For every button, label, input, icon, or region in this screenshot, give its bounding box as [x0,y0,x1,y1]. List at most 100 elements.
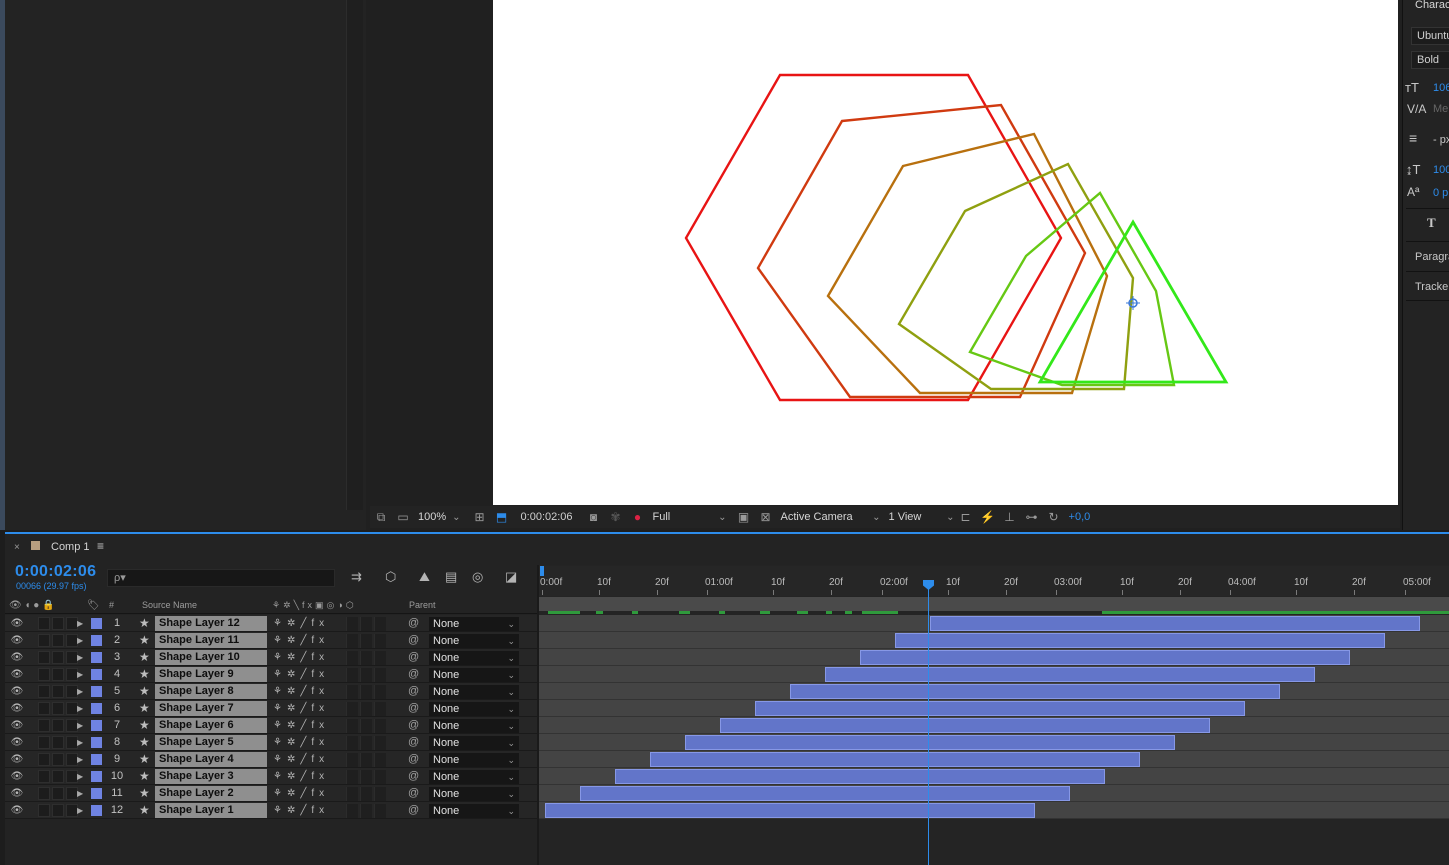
layer-switches-icons[interactable]: ⚘✲╱fx [273,701,329,716]
switch-box[interactable] [360,651,372,665]
pickwhip-icon[interactable]: @ [408,803,419,818]
layer-duration-bar[interactable] [825,667,1315,682]
stroke-width-value[interactable]: - px [1433,134,1449,146]
layer-name[interactable]: Shape Layer 11 [155,633,267,648]
vertical-scale-value[interactable]: 100 [1433,164,1449,176]
audio-switch[interactable] [38,804,50,817]
parent-dropdown[interactable]: None ⌄ [429,651,519,665]
label-color-swatch[interactable] [91,805,102,816]
twirl-triangle-icon[interactable]: ▶ [77,735,83,750]
twirl-triangle-icon[interactable]: ▶ [77,650,83,665]
eye-icon[interactable]: 👁 [10,786,24,801]
layer-duration-bar[interactable] [545,803,1035,818]
eye-icon[interactable]: 👁 [10,667,24,682]
character-panel-title[interactable]: Charac [1415,0,1449,11]
solo-switch[interactable] [52,617,64,630]
region-of-interest-icon[interactable]: ▣ [733,510,755,524]
layer-duration-bar[interactable] [930,616,1420,631]
switch-box[interactable] [360,719,372,733]
flowchart-icon[interactable]: ⊶ [1021,510,1043,524]
solo-switch[interactable] [52,719,64,732]
eye-icon[interactable]: 👁 [10,803,24,818]
parent-dropdown[interactable]: None ⌄ [429,617,519,631]
switch-box[interactable] [360,753,372,767]
work-area-start-handle[interactable] [540,566,544,576]
switch-box[interactable] [374,736,386,750]
font-size-value[interactable]: 106 [1433,82,1449,94]
switch-box[interactable] [360,804,372,818]
composition-mini-flowchart-icon[interactable]: ⇉ [351,569,362,585]
layer-duration-bar[interactable] [895,633,1385,648]
switch-box[interactable] [346,719,358,733]
switch-box[interactable] [360,702,372,716]
layer-row[interactable]: 👁 ▶ 8 ★ Shape Layer 5 ⚘✲╱fx @ None ⌄ [5,734,537,751]
parent-dropdown[interactable]: None ⌄ [429,702,519,716]
transparency-grid-icon[interactable]: ⊠ [755,510,777,524]
reset-exposure-icon[interactable]: ↻ [1043,510,1065,524]
kerning-value[interactable]: Me [1433,103,1448,115]
pickwhip-icon[interactable]: @ [408,718,419,733]
layer-switches-icons[interactable]: ⚘✲╱fx [273,650,329,665]
solo-switch[interactable] [52,651,64,664]
viewer-timecode[interactable]: 0:00:02:06 [521,511,573,523]
pickwhip-icon[interactable]: @ [408,650,419,665]
audio-switch[interactable] [38,617,50,630]
switch-box[interactable] [360,736,372,750]
layer-name[interactable]: Shape Layer 3 [155,769,267,784]
switch-box[interactable] [360,634,372,648]
switch-box[interactable] [374,804,386,818]
label-color-swatch[interactable] [91,771,102,782]
switch-box[interactable] [374,702,386,716]
paragraph-panel-tab[interactable]: Paragra [1415,251,1449,263]
eye-icon[interactable]: 👁 [10,701,24,716]
layer-switches-icons[interactable]: ⚘✲╱fx [273,718,329,733]
camera-dropdown[interactable]: Active Camera ⌄ [781,511,881,523]
switch-box[interactable] [346,787,358,801]
switch-box[interactable] [360,668,372,682]
switch-box[interactable] [374,634,386,648]
camera-snapshot-icon[interactable]: ◙ [583,510,605,524]
layer-switches-icons[interactable]: ⚘✲╱fx [273,752,329,767]
close-tab-icon[interactable]: × [14,542,20,553]
layer-switches-icons[interactable]: ⚘✲╱fx [273,633,329,648]
parent-dropdown[interactable]: None ⌄ [429,685,519,699]
anchor-point-icon[interactable] [1126,296,1140,310]
layer-row[interactable]: 👁 ▶ 12 ★ Shape Layer 1 ⚘✲╱fx @ None ⌄ [5,802,537,819]
show-snapshot-icon[interactable]: ✾ [605,510,627,524]
layer-duration-bar[interactable] [790,684,1280,699]
pickwhip-icon[interactable]: @ [408,752,419,767]
label-color-swatch[interactable] [91,754,102,765]
layer-duration-bar[interactable] [580,786,1070,801]
parent-dropdown[interactable]: None ⌄ [429,634,519,648]
switch-box[interactable] [374,719,386,733]
layer-duration-bar[interactable] [755,701,1245,716]
label-color-swatch[interactable] [91,686,102,697]
font-family-field[interactable]: Ubuntu [1411,27,1449,45]
twirl-triangle-icon[interactable]: ▶ [77,616,83,631]
layer-duration-bar[interactable] [615,769,1105,784]
label-color-swatch[interactable] [91,703,102,714]
audio-switch[interactable] [38,787,50,800]
solo-switch[interactable] [52,668,64,681]
parent-dropdown[interactable]: None ⌄ [429,719,519,733]
audio-switch[interactable] [38,753,50,766]
fast-previews-icon[interactable]: ⚡ [977,510,999,524]
frame-blending-icon[interactable]: ▤ [445,569,457,585]
layer-name[interactable]: Shape Layer 2 [155,786,267,801]
font-style-field[interactable]: Bold [1411,51,1449,69]
view-layout-dropdown[interactable]: 1 View ⌄ [889,511,955,523]
toggle-pixel-aspect-icon[interactable]: ⊏ [955,510,977,524]
switch-box[interactable] [374,617,386,631]
zoom-dropdown[interactable]: 100% ⌄ [418,511,461,523]
switch-box[interactable] [360,787,372,801]
label-color-swatch[interactable] [91,652,102,663]
switch-box[interactable] [346,668,358,682]
eye-icon[interactable]: 👁 [10,650,24,665]
label-color-swatch[interactable] [91,737,102,748]
layer-row[interactable]: 👁 ▶ 9 ★ Shape Layer 4 ⚘✲╱fx @ None ⌄ [5,751,537,768]
label-color-swatch[interactable] [91,720,102,731]
layer-name[interactable]: Shape Layer 8 [155,684,267,699]
source-name-header[interactable]: Source Name [142,600,197,610]
timeline-icon[interactable]: ⊥ [999,510,1021,524]
audio-switch[interactable] [38,651,50,664]
